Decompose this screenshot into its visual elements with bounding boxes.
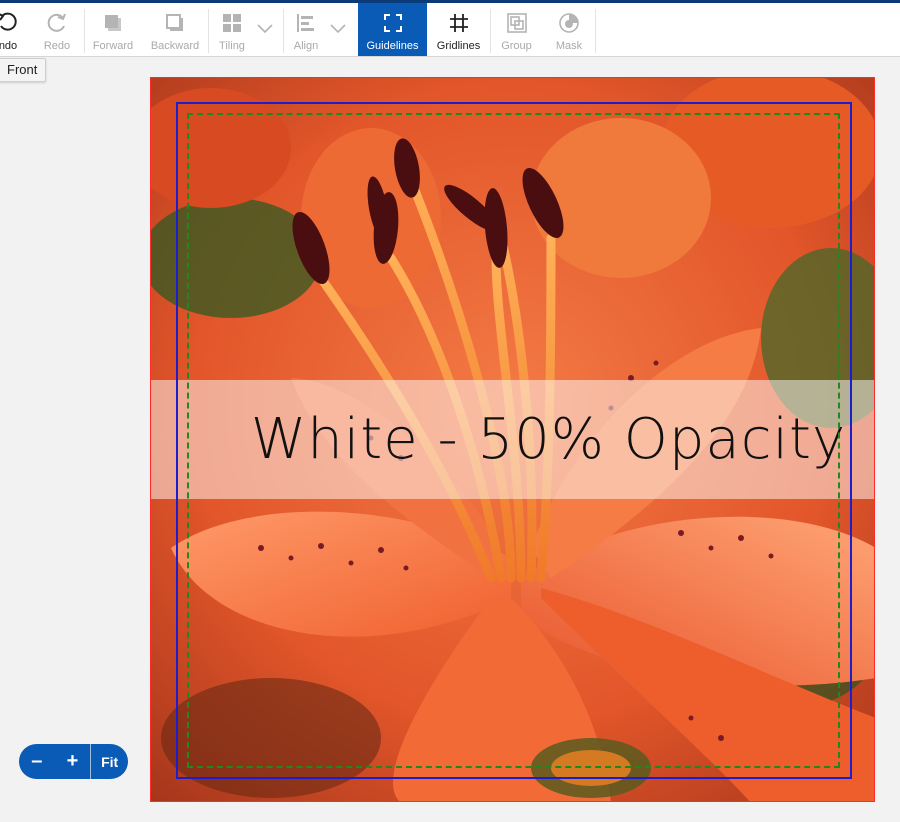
zoom-fit-button[interactable]: Fit	[90, 744, 128, 779]
redo-icon	[46, 11, 68, 35]
redo-label: Redo	[43, 40, 71, 52]
front-tooltip: Front	[0, 58, 47, 82]
guidelines-icon	[382, 11, 404, 35]
backward-button[interactable]: Backward	[146, 3, 204, 56]
tiling-button[interactable]: Tiling	[212, 3, 252, 56]
guidelines-label: Guidelines	[366, 40, 419, 52]
undo-button[interactable]: ndo	[0, 3, 30, 56]
align-dropdown[interactable]	[327, 3, 349, 56]
toolbar: ndo Redo Forward Backward Tiling Align G…	[0, 3, 900, 57]
gridlines-button[interactable]: Gridlines	[430, 3, 487, 56]
design-canvas[interactable]: White - 50% Opacity	[150, 77, 875, 802]
zoom-in-button[interactable]: +	[55, 744, 91, 779]
backward-label: Backward	[150, 40, 200, 52]
align-label: Align	[293, 40, 319, 52]
toolbar-divider	[84, 9, 85, 53]
undo-icon	[0, 11, 19, 35]
group-label: Group	[501, 40, 532, 52]
grid-icon	[448, 11, 470, 35]
safe-area-guideline	[187, 113, 840, 768]
chevron-down-icon	[330, 17, 346, 41]
guidelines-button[interactable]: Guidelines	[358, 3, 427, 56]
toolbar-divider	[208, 9, 209, 53]
redo-button[interactable]: Redo	[38, 3, 76, 56]
align-button[interactable]: Align	[287, 3, 325, 56]
group-button[interactable]: Group	[494, 3, 539, 56]
zoom-control: – + Fit	[19, 744, 128, 779]
send-backward-icon	[164, 11, 186, 35]
undo-label: ndo	[0, 40, 18, 52]
mask-label: Mask	[555, 40, 583, 52]
gridlines-label: Gridlines	[436, 40, 481, 52]
chevron-down-icon	[257, 17, 273, 41]
forward-button[interactable]: Forward	[88, 3, 138, 56]
tiling-dropdown[interactable]	[254, 3, 276, 56]
tiling-icon	[221, 11, 243, 35]
bring-forward-icon	[102, 11, 124, 35]
toolbar-divider	[595, 9, 596, 53]
align-icon	[295, 11, 317, 35]
mask-button[interactable]: Mask	[546, 3, 592, 56]
toolbar-divider	[490, 9, 491, 53]
tiling-label: Tiling	[219, 40, 245, 52]
forward-label: Forward	[92, 40, 134, 52]
toolbar-divider	[283, 9, 284, 53]
group-icon	[506, 11, 528, 35]
zoom-out-button[interactable]: –	[19, 744, 55, 779]
mask-icon	[558, 11, 580, 35]
